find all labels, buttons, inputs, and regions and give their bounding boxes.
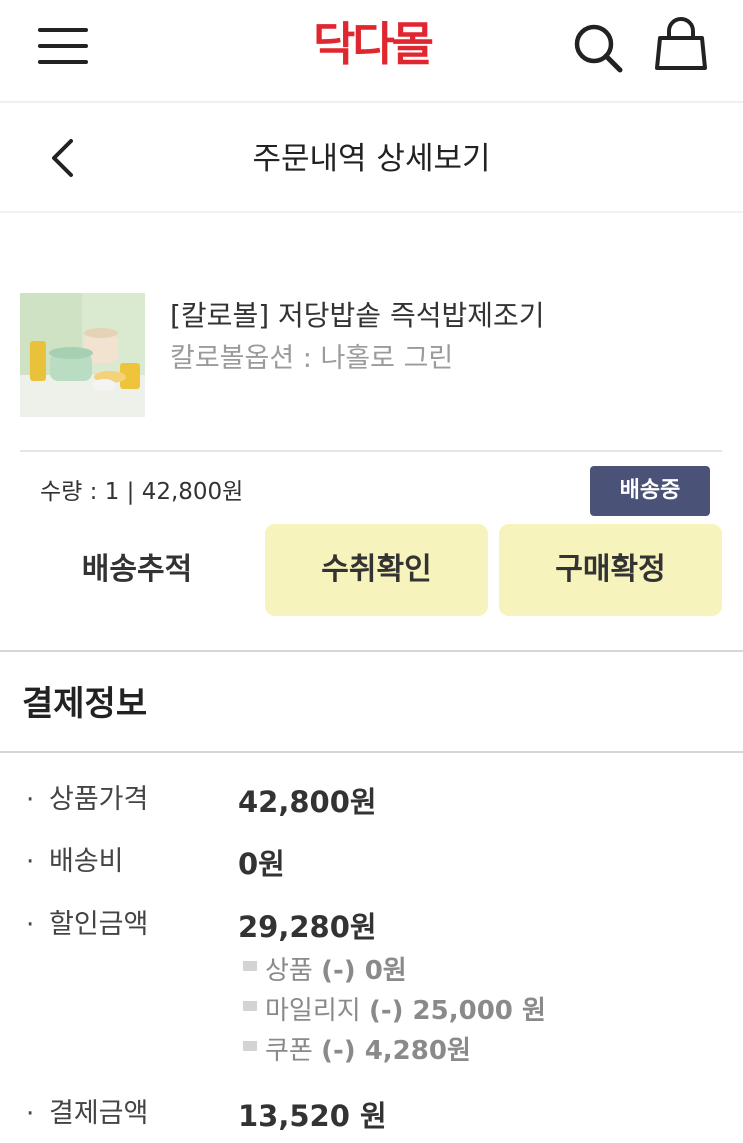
page-header: 주문내역 상세보기	[0, 103, 743, 213]
payment-value: 29,280원	[238, 910, 377, 944]
search-icon[interactable]	[570, 20, 626, 76]
detail-label: 쿠폰	[265, 1036, 313, 1066]
bullet: ·	[26, 785, 35, 815]
top-bar: 닥다몰	[0, 0, 743, 103]
divider	[0, 650, 743, 652]
product-name[interactable]: [칼로볼] 저당밥솥 즉석밥제조기	[170, 297, 545, 335]
payment-row-shipping: · 배송비 0원	[0, 842, 743, 886]
site-logo[interactable]: 닥다몰	[292, 14, 452, 74]
payment-value: 42,800원	[238, 785, 377, 819]
product-thumbnail[interactable]	[20, 293, 145, 417]
confirm-receipt-button[interactable]: 수취확인	[265, 524, 488, 616]
payment-label: 배송비	[49, 846, 124, 877]
shopping-bag-icon[interactable]	[652, 16, 710, 74]
payment-value: 13,520 원	[238, 1099, 387, 1133]
payment-label: 할인금액	[49, 909, 149, 940]
divider	[20, 450, 722, 452]
track-delivery-button[interactable]: 배송추적	[26, 524, 248, 616]
payment-row-product-price: · 상품가격 42,800원	[0, 780, 743, 824]
bullet: ·	[26, 1099, 35, 1129]
menu-icon[interactable]	[38, 26, 88, 66]
detail-label: 상품	[265, 956, 313, 986]
bullet: ·	[26, 847, 35, 877]
product-option: 칼로볼옵션 : 나홀로 그린	[170, 343, 454, 374]
payment-label: 상품가격	[49, 784, 149, 815]
discount-detail-product: 상품 (-) 0원	[243, 952, 407, 990]
detail-amount: (-) 4,280원	[321, 1036, 471, 1066]
confirm-purchase-button[interactable]: 구매확정	[499, 524, 722, 616]
detail-marker	[243, 1041, 257, 1051]
discount-detail-coupon: 쿠폰 (-) 4,280원	[243, 1032, 471, 1070]
payment-value: 0원	[238, 847, 285, 881]
page-title: 주문내역 상세보기	[252, 141, 491, 177]
detail-amount: (-) 0원	[321, 956, 407, 986]
detail-label: 마일리지	[265, 996, 361, 1026]
payment-row-discount: · 할인금액 29,280원	[0, 905, 743, 949]
payment-section-title: 결제정보	[22, 684, 148, 724]
discount-detail-mileage: 마일리지 (-) 25,000 원	[243, 992, 546, 1030]
status-badge: 배송중	[590, 466, 710, 516]
bullet: ·	[26, 910, 35, 940]
detail-marker	[243, 1001, 257, 1011]
quantity-price: 수량 : 1 | 42,800원	[40, 479, 244, 505]
detail-amount: (-) 25,000 원	[368, 996, 546, 1026]
payment-label: 결제금액	[49, 1098, 149, 1129]
detail-marker	[243, 961, 257, 971]
divider	[0, 751, 743, 753]
payment-row-total: · 결제금액 13,520 원	[0, 1094, 743, 1138]
